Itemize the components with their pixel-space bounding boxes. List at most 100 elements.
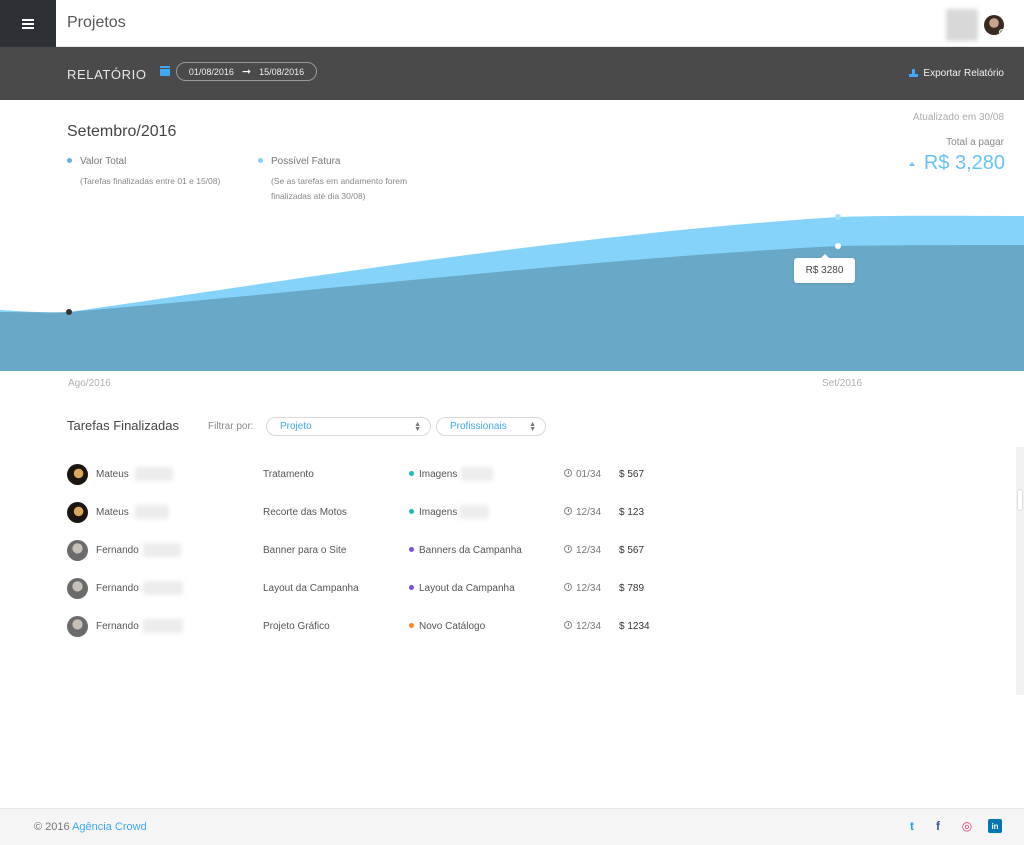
legend-dot-icon bbox=[67, 157, 72, 163]
task-price: $ 123 bbox=[619, 507, 645, 518]
export-report-button[interactable]: Exportar Relatório bbox=[909, 68, 1004, 79]
task-name: Recorte das Motos bbox=[263, 507, 347, 518]
tasks-section-title: Tarefas Finalizadas bbox=[67, 418, 179, 433]
project-filter-value: Projeto bbox=[280, 421, 312, 432]
name-blurred bbox=[135, 505, 169, 519]
hamburger-icon bbox=[22, 18, 34, 29]
date-label: 01/34 bbox=[576, 469, 602, 480]
legend-description-line-1: (Se as tarefas em andamento forem bbox=[271, 176, 408, 186]
project-label: Imagens bbox=[419, 507, 458, 518]
date-label: 12/34 bbox=[576, 583, 602, 594]
avatar bbox=[67, 616, 88, 637]
date-label: 12/34 bbox=[576, 545, 602, 556]
x-tick-label: Set/2016 bbox=[822, 378, 863, 389]
project-name: Layout da Campanha bbox=[409, 583, 515, 594]
task-price: $ 567 bbox=[619, 469, 645, 480]
table-row[interactable]: Fernando Banner para o Site Banners da C… bbox=[67, 540, 687, 562]
name-blurred bbox=[143, 543, 181, 557]
clock-icon bbox=[564, 583, 572, 591]
professional-name: Mateus bbox=[96, 469, 129, 480]
clock-icon bbox=[564, 507, 572, 515]
table-row[interactable]: Fernando Projeto Gráfico Novo Catálogo 1… bbox=[67, 616, 687, 638]
clock-icon bbox=[564, 469, 572, 477]
project-dot-icon bbox=[409, 623, 414, 628]
clock-icon bbox=[564, 621, 572, 629]
twitter-icon[interactable]: t bbox=[905, 819, 919, 833]
calendar-icon[interactable] bbox=[160, 66, 170, 76]
page-title: Projetos bbox=[67, 14, 126, 31]
avatar bbox=[67, 464, 88, 485]
table-row[interactable]: Mateus Tratamento Imagens 01/34 $ 567 bbox=[67, 464, 687, 486]
project-name: Imagens bbox=[409, 507, 457, 518]
report-title: RELATÓRIO bbox=[67, 67, 147, 82]
arrow-right-icon: ➞ bbox=[241, 66, 252, 78]
task-name: Layout da Campanha bbox=[263, 583, 359, 594]
task-date: 12/34 bbox=[564, 583, 601, 594]
task-price: $ 567 bbox=[619, 545, 645, 556]
date-label: 12/34 bbox=[576, 621, 602, 632]
scrollbar-thumb[interactable] bbox=[1017, 489, 1023, 511]
professional-name: Fernando bbox=[96, 583, 139, 594]
data-point-possivel-fatura[interactable] bbox=[835, 214, 841, 220]
total-amount: R$ 3,280 bbox=[923, 152, 1005, 174]
user-avatar[interactable] bbox=[984, 15, 1004, 35]
task-date: 12/34 bbox=[564, 507, 601, 518]
avatar bbox=[67, 578, 88, 599]
footer: © 2016 Agência Crowd t f ◎ in bbox=[0, 808, 1024, 845]
total-label: Total a pagar bbox=[946, 137, 1004, 148]
select-caret-icon: ▲ ▼ bbox=[414, 421, 421, 433]
table-row[interactable]: Fernando Layout da Campanha Layout da Ca… bbox=[67, 578, 687, 600]
updated-label: Atualizado em 30/08 bbox=[912, 112, 1004, 123]
table-row[interactable]: Mateus Recorte das Motos Imagens 12/34 $… bbox=[67, 502, 687, 524]
trend-up-icon bbox=[908, 161, 915, 166]
project-name: Novo Catálogo bbox=[409, 621, 485, 632]
project-label: Banners da Campanha bbox=[419, 545, 522, 556]
copyright-text: © 2016 bbox=[34, 821, 70, 833]
project-dot-icon bbox=[409, 585, 414, 590]
legend-possivel-fatura: Possível Fatura (Se as tarefas em andame… bbox=[258, 156, 407, 204]
name-blurred bbox=[135, 467, 173, 481]
menu-button[interactable] bbox=[0, 0, 56, 47]
date-label: 12/34 bbox=[576, 507, 602, 518]
export-label: Exportar Relatório bbox=[923, 68, 1004, 79]
company-link[interactable]: Agência Crowd bbox=[72, 821, 147, 833]
date-end: 15/08/2016 bbox=[259, 66, 305, 77]
date-range-picker[interactable]: 01/08/2016 ➞ 15/08/2016 bbox=[176, 62, 317, 81]
project-blurred bbox=[459, 505, 489, 519]
user-name-blurred bbox=[946, 9, 978, 41]
avatar bbox=[67, 502, 88, 523]
professional-name: Mateus bbox=[96, 507, 129, 518]
facebook-icon[interactable]: f bbox=[931, 819, 945, 833]
x-tick-label: Ago/2016 bbox=[68, 378, 111, 389]
download-icon bbox=[909, 69, 919, 78]
project-dot-icon bbox=[409, 471, 414, 476]
legend-valor-total: Valor Total (Tarefas finalizadas entre 0… bbox=[67, 156, 220, 189]
report-bar: RELATÓRIO 01/08/2016 ➞ 15/08/2016 Export… bbox=[0, 47, 1024, 100]
date-start: 01/08/2016 bbox=[188, 66, 234, 77]
scrollbar[interactable] bbox=[1016, 447, 1024, 695]
professionals-filter-value: Profissionais bbox=[450, 421, 507, 432]
task-name: Projeto Gráfico bbox=[263, 621, 330, 632]
month-title: Setembro/2016 bbox=[67, 123, 177, 140]
professional-name: Fernando bbox=[96, 621, 139, 632]
task-name: Banner para o Site bbox=[263, 545, 347, 556]
task-date: 12/34 bbox=[564, 545, 601, 556]
data-point-valor-total[interactable] bbox=[835, 243, 841, 249]
project-name: Imagens bbox=[409, 469, 457, 480]
linkedin-icon[interactable]: in bbox=[988, 819, 1002, 833]
legend-description: (Tarefas finalizadas entre 01 e 15/08) bbox=[80, 176, 221, 186]
avatar bbox=[67, 540, 88, 561]
data-point-start[interactable] bbox=[66, 309, 72, 315]
task-name: Tratamento bbox=[263, 469, 314, 480]
task-price: $ 1234 bbox=[619, 621, 650, 632]
instagram-icon[interactable]: ◎ bbox=[960, 819, 974, 833]
project-name: Banners da Campanha bbox=[409, 545, 522, 556]
chart-tooltip: R$ 3280 bbox=[794, 254, 855, 283]
project-filter-select[interactable]: Projeto ▲ ▼ bbox=[266, 417, 431, 436]
copyright: © 2016 Agência Crowd bbox=[34, 821, 147, 833]
professionals-filter-select[interactable]: Profissionais ▲ ▼ bbox=[436, 417, 546, 436]
legend-label: Valor Total bbox=[80, 156, 127, 167]
clock-icon bbox=[564, 545, 572, 553]
legend-label: Possível Fatura bbox=[271, 156, 341, 167]
project-label: Imagens bbox=[419, 469, 458, 480]
